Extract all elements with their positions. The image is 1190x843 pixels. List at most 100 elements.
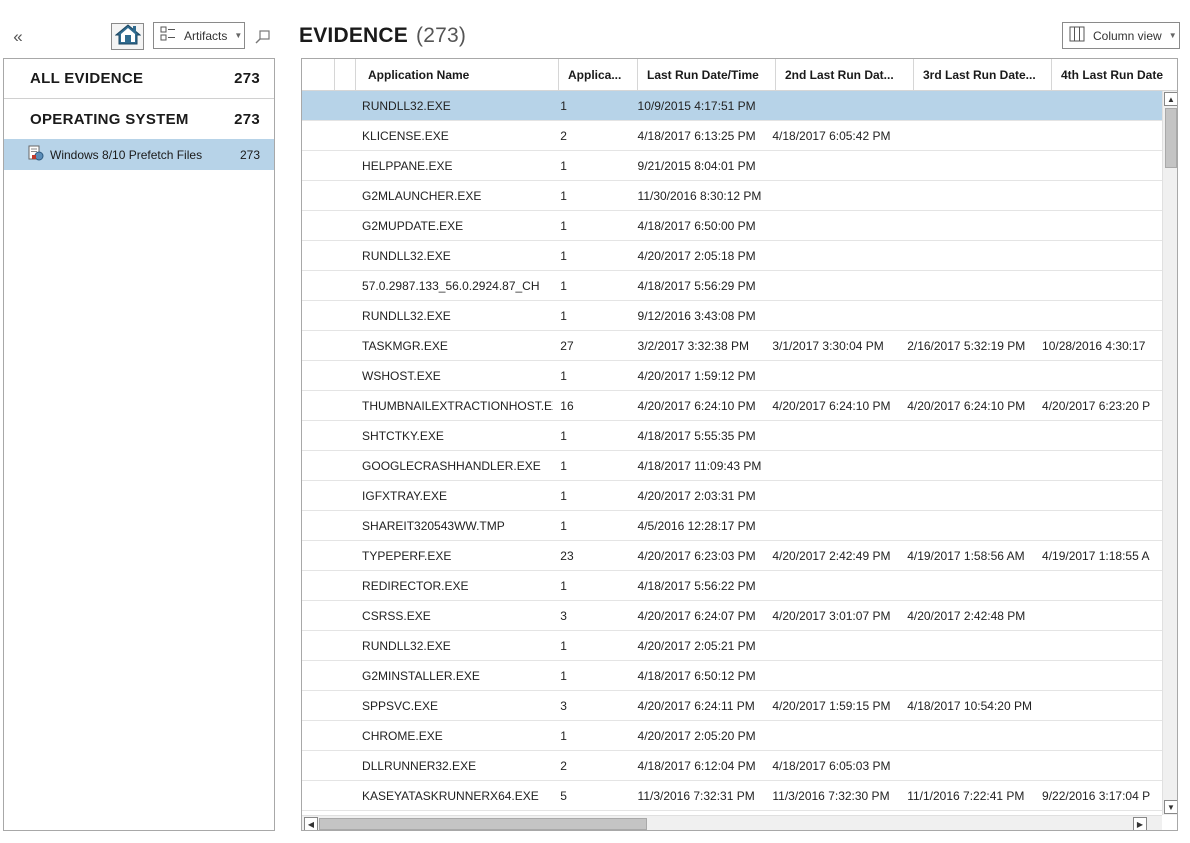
table-cell: 4/20/2017 2:05:20 PM <box>637 728 756 743</box>
column-header[interactable]: 4th Last Run Date <box>1052 59 1177 91</box>
table-row[interactable]: KASEYATASKRUNNERX64.EXE 5 11/3/2016 7:32:3… <box>302 781 1162 811</box>
table-cell <box>1035 121 1162 150</box>
row-spacer-cell <box>334 481 355 510</box>
table-cell <box>1035 481 1162 510</box>
category-operating-system[interactable]: OPERATING SYSTEM 273 <box>4 99 274 139</box>
column-header[interactable]: Last Run Date/Time <box>638 59 776 91</box>
row-spacer-cell <box>334 601 355 630</box>
row-spacer-cell <box>302 601 334 630</box>
column-view-dropdown[interactable]: Column view ▼ <box>1062 22 1180 49</box>
table-row[interactable]: RUNDLL32.EXE 1 4/20/2017 2:05:18 PM <box>302 241 1162 271</box>
table-cell <box>1035 661 1162 690</box>
subcategory-prefetch-files[interactable]: Windows 8/10 Prefetch Files 273 <box>4 139 274 170</box>
table-cell <box>900 361 1035 390</box>
table-cell: 9/12/2016 3:43:08 PM <box>637 308 756 323</box>
category-label: ALL EVIDENCE <box>30 70 144 87</box>
row-spacer-cell <box>302 631 334 660</box>
column-header[interactable]: 2nd Last Run Dat... <box>776 59 914 91</box>
table-cell <box>900 271 1035 300</box>
scroll-down-icon[interactable]: ▼ <box>1164 800 1177 814</box>
row-spacer-cell <box>302 751 334 780</box>
horizontal-scroll-thumb[interactable] <box>319 818 647 830</box>
table-row[interactable]: TYPEPERF.EXE 23 4/20/2017 6:23:03 PM 4/20/2… <box>302 541 1162 571</box>
table-cell: 4/20/2017 2:42:49 PM <box>772 548 891 563</box>
table-cell: 4/20/2017 6:24:10 PM <box>772 398 891 413</box>
artifacts-dropdown[interactable]: Artifacts ▼ <box>153 22 245 49</box>
category-label: OPERATING SYSTEM <box>30 110 189 128</box>
scroll-left-icon[interactable]: ◀ <box>304 817 318 830</box>
row-spacer-cell <box>302 121 334 150</box>
table-row[interactable]: G2MINSTALLER.EXE 1 4/18/2017 6:50:12 PM <box>302 661 1162 691</box>
table-cell: 1 <box>560 98 567 113</box>
table-cell <box>900 511 1035 540</box>
table-cell: 4/18/2017 6:50:00 PM <box>637 218 756 233</box>
column-header[interactable]: Application Name <box>356 59 559 91</box>
table-cell: 4/20/2017 2:03:31 PM <box>637 488 756 503</box>
table-cell: 4/18/2017 6:05:42 PM <box>772 128 891 143</box>
table-cell: 5 <box>560 788 567 803</box>
table-row[interactable]: WSHOST.EXE 1 4/20/2017 1:59:12 PM <box>302 361 1162 391</box>
table-cell <box>900 421 1035 450</box>
table-row[interactable]: CSRSS.EXE 3 4/20/2017 6:24:07 PM 4/20/2017 … <box>302 601 1162 631</box>
table-cell: 4/20/2017 6:24:10 PM <box>637 398 756 413</box>
table-row[interactable]: G2MLAUNCHER.EXE 1 11/30/2016 8:30:12 PM <box>302 181 1162 211</box>
table-row[interactable]: KLICENSE.EXE 2 4/18/2017 6:13:25 PM 4/18/20… <box>302 121 1162 151</box>
table-cell: RUNDLL32.EXE <box>362 308 451 323</box>
table-cell <box>765 511 900 540</box>
row-spacer-cell <box>334 241 355 270</box>
column-header[interactable] <box>302 59 335 91</box>
table-row[interactable]: G2MUPDATE.EXE 1 4/18/2017 6:50:00 PM <box>302 211 1162 241</box>
table-row[interactable]: 57.0.2987.133_56.0.2924.87_CH 1 4/18/2017 … <box>302 271 1162 301</box>
column-header[interactable]: Applica... <box>559 59 638 91</box>
home-icon <box>114 23 141 50</box>
pin-icon[interactable] <box>254 28 272 46</box>
table-cell: 11/3/2016 7:32:30 PM <box>772 788 890 803</box>
column-header[interactable]: 3rd Last Run Date... <box>914 59 1052 91</box>
table-cell <box>900 631 1035 660</box>
table-cell <box>765 361 900 390</box>
subcategory-label: Windows 8/10 Prefetch Files <box>50 147 203 162</box>
table-cell: THUMBNAILEXTRACTIONHOST.EXE <box>362 398 554 413</box>
row-spacer-cell <box>302 91 334 120</box>
page-title-count: (273) <box>416 24 467 47</box>
table-row[interactable]: HELPPANE.EXE 1 9/21/2015 8:04:01 PM <box>302 151 1162 181</box>
table-cell: 4/18/2017 5:56:22 PM <box>637 578 756 593</box>
scroll-right-icon[interactable]: ▶ <box>1133 817 1147 830</box>
row-spacer-cell <box>334 691 355 720</box>
table-cell: 27 <box>560 338 574 353</box>
vertical-scrollbar[interactable]: ▲ ▼ <box>1162 91 1177 815</box>
column-header[interactable] <box>335 59 356 91</box>
table-cell: 1 <box>560 488 567 503</box>
row-spacer-cell <box>334 781 355 810</box>
home-button[interactable] <box>111 23 144 50</box>
table-row[interactable]: THUMBNAILEXTRACTIONHOST.EXE 16 4/20/2017 6… <box>302 391 1162 421</box>
table-cell <box>1035 421 1162 450</box>
row-spacer-cell <box>334 541 355 570</box>
table-cell: 1 <box>560 728 567 743</box>
table-cell: SPPSVC.EXE <box>362 698 439 713</box>
table-cell: WSHOST.EXE <box>362 368 441 383</box>
table-row[interactable]: DLLRUNNER32.EXE 2 4/18/2017 6:12:04 PM 4/18… <box>302 751 1162 781</box>
horizontal-scrollbar[interactable]: ◀ ▶ <box>302 815 1162 830</box>
table-cell <box>765 661 900 690</box>
table-cell <box>1035 571 1162 600</box>
table-row[interactable]: SPPSVC.EXE 3 4/20/2017 6:24:11 PM 4/20/2017… <box>302 691 1162 721</box>
table-row[interactable]: REDIRECTOR.EXE 1 4/18/2017 5:56:22 PM <box>302 571 1162 601</box>
table-row[interactable]: SHTCTKY.EXE 1 4/18/2017 5:55:35 PM <box>302 421 1162 451</box>
table-row[interactable]: RUNDLL32.EXE 1 9/12/2016 3:43:08 PM <box>302 301 1162 331</box>
category-all-evidence[interactable]: ALL EVIDENCE 273 <box>4 59 274 99</box>
row-spacer-cell <box>302 511 334 540</box>
table-row[interactable]: GOOGLECRASHHANDLER.EXE 1 4/18/2017 11:09:4… <box>302 451 1162 481</box>
row-spacer-cell <box>302 241 334 270</box>
collapse-panel-button[interactable]: « <box>9 28 27 46</box>
vertical-scroll-thumb[interactable] <box>1165 108 1177 168</box>
table-cell: G2MINSTALLER.EXE <box>362 668 480 683</box>
table-row[interactable]: RUNDLL32.EXE 1 4/20/2017 2:05:21 PM <box>302 631 1162 661</box>
table-row[interactable]: TASKMGR.EXE 27 3/2/2017 3:32:38 PM 3/1/2017… <box>302 331 1162 361</box>
table-row[interactable]: IGFXTRAY.EXE 1 4/20/2017 2:03:31 PM <box>302 481 1162 511</box>
table-row[interactable]: SHAREIT320543WW.TMP 1 4/5/2016 12:28:17 PM <box>302 511 1162 541</box>
table-row[interactable]: CHROME.EXE 1 4/20/2017 2:05:20 PM <box>302 721 1162 751</box>
scroll-up-icon[interactable]: ▲ <box>1164 92 1177 106</box>
table-row[interactable]: RUNDLL32.EXE 1 10/9/2015 4:17:51 PM <box>302 91 1162 121</box>
artifacts-view-icon <box>160 26 176 45</box>
